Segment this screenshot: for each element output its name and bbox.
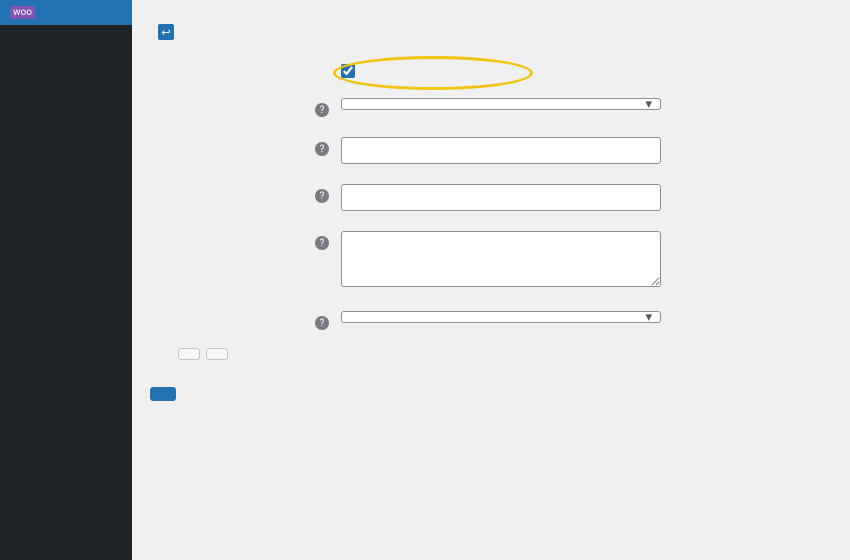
main-content: ↩ ? ? ? ? <box>132 0 850 560</box>
email-type-label <box>150 311 315 315</box>
sending-time-label <box>150 98 315 102</box>
heading-label <box>150 184 315 188</box>
sidebar-item-woocommerce[interactable]: woo <box>0 0 132 25</box>
back-icon[interactable]: ↩ <box>158 24 174 40</box>
highlight-ellipse <box>333 56 533 90</box>
subject-input[interactable] <box>341 137 661 164</box>
email-type-select[interactable] <box>341 311 661 323</box>
help-icon[interactable]: ? <box>315 142 329 156</box>
additional-label <box>150 231 315 235</box>
enable-checkbox[interactable] <box>341 64 355 78</box>
code-path-source <box>150 354 158 369</box>
page-title: ↩ <box>150 24 832 40</box>
help-icon[interactable]: ? <box>315 189 329 203</box>
heading-input[interactable] <box>341 184 661 211</box>
save-button[interactable] <box>150 387 176 401</box>
help-icon[interactable]: ? <box>315 316 329 330</box>
help-icon[interactable]: ? <box>315 236 329 250</box>
copy-file-button[interactable] <box>178 348 200 360</box>
enable-label <box>150 64 315 68</box>
additional-textarea[interactable] <box>341 231 661 287</box>
woocommerce-icon: woo <box>10 6 35 19</box>
sending-time-select[interactable] <box>341 98 661 110</box>
subject-label <box>150 137 315 141</box>
code-path-dest <box>158 354 166 369</box>
admin-sidebar: woo <box>0 0 132 560</box>
view-template-button[interactable] <box>206 348 228 360</box>
help-icon[interactable]: ? <box>315 103 329 117</box>
template-text <box>150 352 166 371</box>
